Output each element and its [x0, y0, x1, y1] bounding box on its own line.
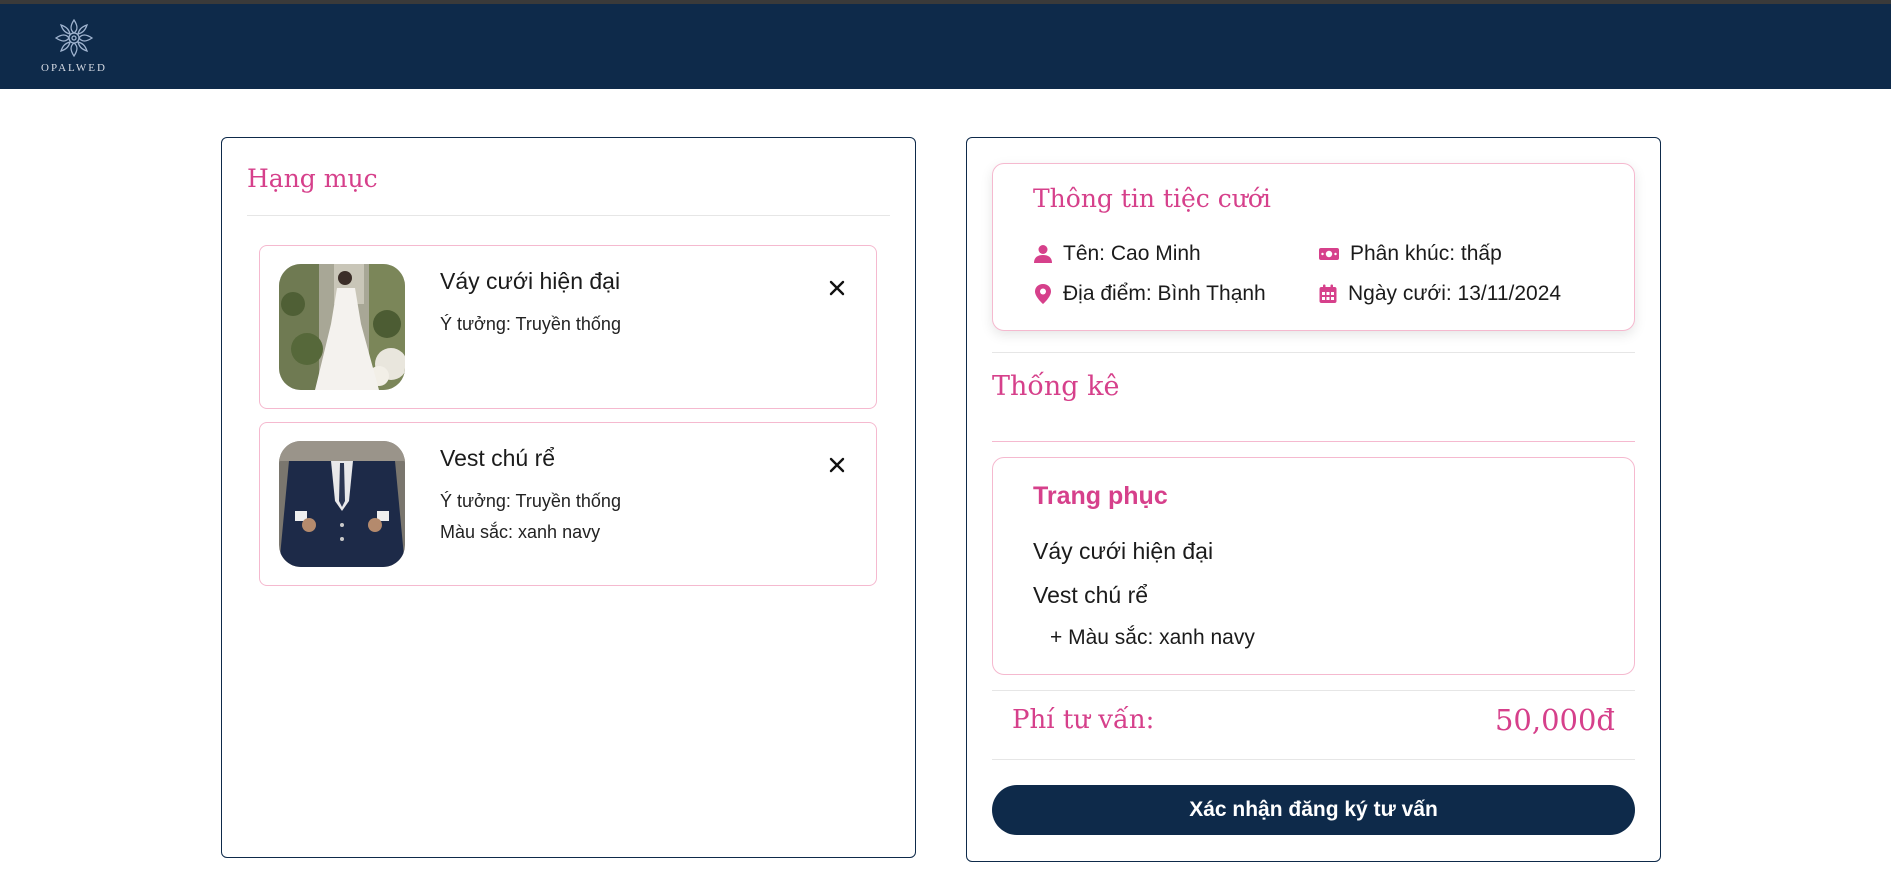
groom-suit-image	[279, 441, 405, 567]
category-title: Hạng mục	[247, 164, 378, 193]
money-bill-icon	[1319, 248, 1339, 260]
summary-panel: Thông tin tiệc cưới Tên: Cao Minh Phân k…	[966, 137, 1661, 862]
section-divider	[992, 759, 1635, 760]
wedding-info-name: Tên: Cao Minh	[1033, 242, 1201, 266]
outfit-line: Vest chú rể	[1033, 582, 1149, 608]
item-name: Váy cưới hiện đại	[440, 268, 621, 294]
outfit-title: Trang phục	[1033, 482, 1168, 510]
wedding-info-card: Thông tin tiệc cưới Tên: Cao Minh Phân k…	[992, 163, 1635, 331]
category-item-card: Váy cưới hiện đại Ý tưởng: Truyền thống	[259, 245, 877, 409]
remove-item-button[interactable]	[825, 453, 849, 477]
item-color: Màu sắc: xanh navy	[440, 522, 601, 542]
wedding-name-text: Tên: Cao Minh	[1063, 242, 1201, 265]
section-divider	[992, 441, 1635, 442]
wedding-date-text: Ngày cưới: 13/11/2024	[1348, 282, 1562, 305]
wedding-segment-text: Phân khúc: thấp	[1350, 242, 1502, 265]
remove-item-button[interactable]	[825, 276, 849, 300]
site-header: OPALWED	[0, 4, 1891, 89]
outfit-line: Váy cưới hiện đại	[1033, 538, 1214, 564]
outfit-subline: + Màu sắc: xanh navy	[1050, 626, 1255, 649]
item-idea: Ý tưởng: Truyền thống	[440, 491, 621, 511]
brand-name: OPALWED	[41, 62, 107, 74]
outfit-summary-card: Trang phục Váy cưới hiện đại Vest chú rể…	[992, 457, 1635, 675]
close-icon	[829, 457, 845, 473]
fee-value: 50,000đ	[1494, 703, 1615, 737]
brand-logo[interactable]: OPALWED	[34, 16, 114, 82]
mandala-logo-icon	[54, 18, 94, 58]
wedding-info-date: Ngày cưới: 13/11/2024	[1318, 282, 1561, 306]
map-pin-icon	[1035, 284, 1051, 304]
stats-title: Thống kê	[992, 371, 1120, 402]
calendar-icon	[1319, 284, 1337, 303]
item-name: Vest chú rể	[440, 445, 556, 471]
category-divider	[247, 215, 890, 216]
wedding-location-text: Địa điểm: Bình Thạnh	[1063, 282, 1266, 305]
wedding-info-segment: Phân khúc: thấp	[1318, 242, 1502, 266]
confirm-consultation-button[interactable]: Xác nhận đăng ký tư vấn	[992, 785, 1635, 835]
category-item-card: Vest chú rể Ý tưởng: Truyền thống Màu sắ…	[259, 422, 877, 586]
wedding-info-location: Địa điểm: Bình Thạnh	[1033, 282, 1266, 306]
user-icon	[1034, 245, 1052, 263]
close-icon	[829, 280, 845, 296]
category-panel: Hạng mục Váy cưới hiện đại Ý tưởng: Truy…	[221, 137, 916, 858]
fee-label: Phí tư vấn:	[1012, 705, 1155, 735]
wedding-info-title: Thông tin tiệc cưới	[1033, 184, 1271, 213]
section-divider	[992, 352, 1635, 353]
section-divider	[992, 690, 1635, 691]
wedding-dress-image	[279, 264, 405, 390]
item-idea: Ý tưởng: Truyền thống	[440, 314, 621, 334]
